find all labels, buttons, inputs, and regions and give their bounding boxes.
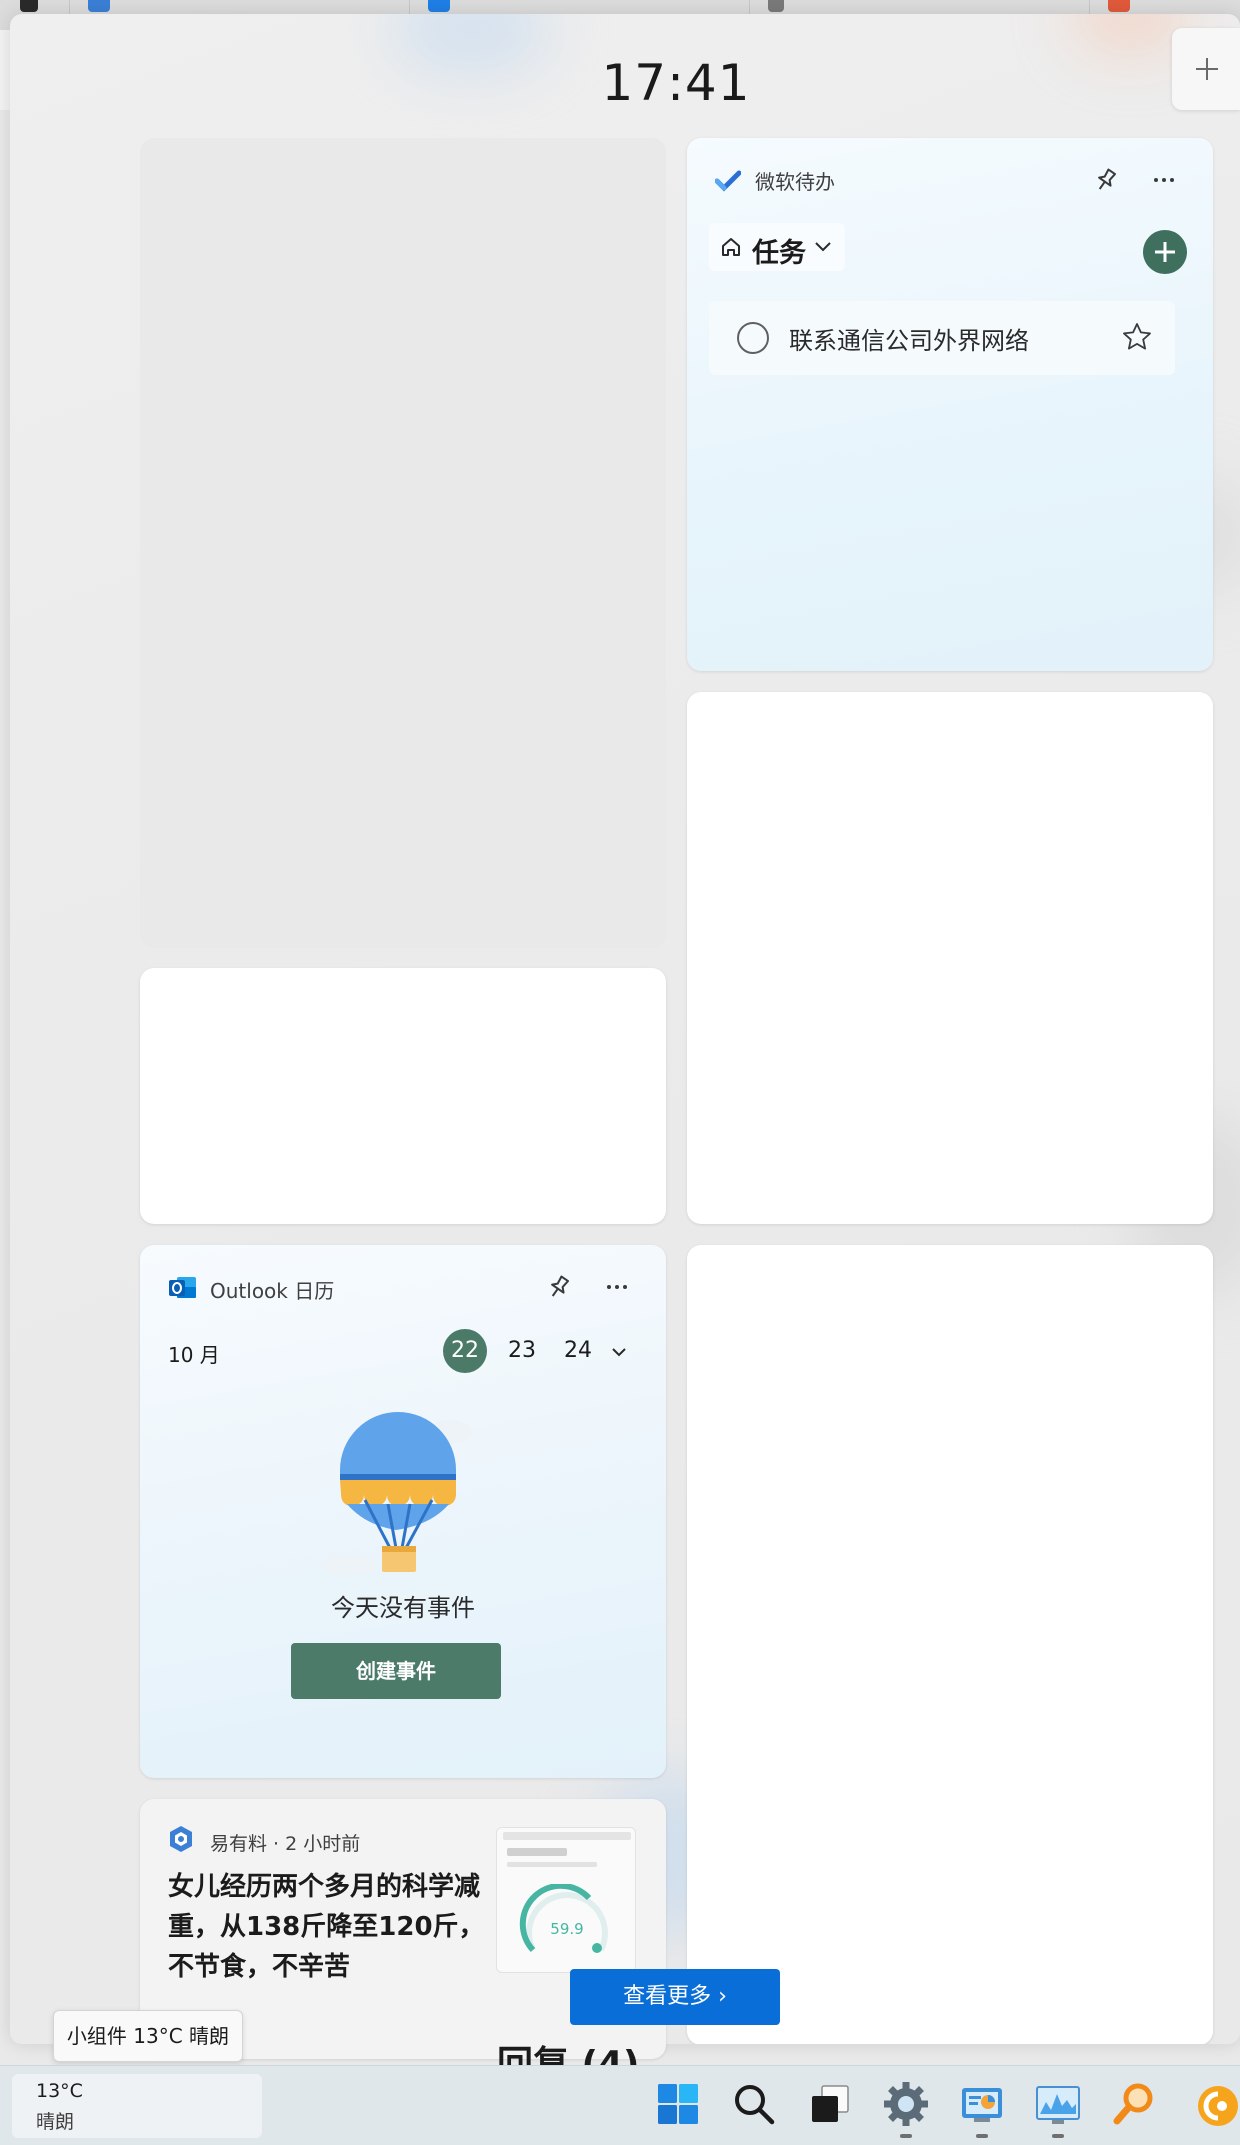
chevron-down-icon[interactable] xyxy=(610,1343,628,1361)
pin-icon[interactable] xyxy=(1092,166,1120,194)
day-item[interactable]: 23 xyxy=(500,1329,544,1373)
more-options-icon[interactable] xyxy=(603,1273,631,1301)
news-source: 易有料 · 2 小时前 xyxy=(210,1833,361,1855)
search-icon[interactable] xyxy=(730,2080,778,2128)
outlook-calendar-widget: Outlook 日历 10 月 22 23 24 今天没有事件 创建事件 xyxy=(140,1245,666,1778)
day-today[interactable]: 22 xyxy=(443,1329,487,1373)
browser-icon[interactable] xyxy=(1192,2080,1240,2128)
settings-icon xyxy=(884,2082,928,2126)
search-tool-icon[interactable] xyxy=(1110,2080,1158,2128)
background-page-text: 回复 (4) xyxy=(497,2044,640,2065)
running-indicator xyxy=(976,2134,988,2138)
weather-temperature: 13°C xyxy=(36,2080,83,2102)
todo-title: 微软待办 xyxy=(755,170,835,194)
task-label: 联系通信公司外界网络 xyxy=(789,327,1029,355)
add-task-button[interactable] xyxy=(1143,230,1187,274)
task-view-icon[interactable] xyxy=(806,2080,854,2128)
resource-monitor-button[interactable] xyxy=(1034,2080,1082,2138)
chevron-down-icon xyxy=(815,242,831,252)
empty-widget[interactable] xyxy=(687,692,1213,1224)
more-options-icon[interactable] xyxy=(1150,166,1178,194)
news-thumbnail: 59.9 xyxy=(496,1827,636,1973)
outlook-title: Outlook 日历 xyxy=(210,1279,335,1303)
widgets-tooltip: 小组件 13°C 晴朗 xyxy=(53,2010,243,2062)
clock: 17:41 xyxy=(601,54,751,112)
news-headline[interactable]: 女儿经历两个多月的科学减重，从138斤降至120斤，不节食，不辛苦 xyxy=(168,1867,488,1987)
gauge-value: 59.9 xyxy=(550,1920,583,1938)
home-icon xyxy=(722,238,740,256)
weather-widget-button[interactable]: 13°C 晴朗 xyxy=(12,2074,262,2138)
plus-icon xyxy=(1155,242,1175,262)
start-icon[interactable] xyxy=(654,2080,702,2128)
star-icon[interactable] xyxy=(1121,321,1153,353)
todo-list-name: 任务 xyxy=(752,238,806,269)
pin-icon[interactable] xyxy=(545,1273,573,1301)
day-item[interactable]: 24 xyxy=(556,1329,600,1373)
no-events-message: 今天没有事件 xyxy=(331,1594,475,1622)
task-complete-checkbox[interactable] xyxy=(737,322,769,354)
settings-app-button[interactable] xyxy=(882,2080,930,2138)
see-more-button[interactable]: 查看更多 › xyxy=(570,1969,780,2025)
task-item[interactable]: 联系通信公司外界网络 xyxy=(709,301,1175,375)
control-panel-button[interactable] xyxy=(958,2080,1006,2138)
control-panel-icon xyxy=(962,2088,1002,2122)
news-source-logo-icon xyxy=(170,1826,192,1852)
empty-widget[interactable] xyxy=(140,968,666,1224)
empty-widget[interactable] xyxy=(687,1245,1213,2044)
todo-list-selector[interactable]: 任务 xyxy=(709,223,845,271)
todo-check-logo-icon xyxy=(715,170,741,192)
hot-air-balloon-illustration xyxy=(324,1412,472,1575)
empty-widget xyxy=(140,138,666,948)
weight-gauge-icon: 59.9 xyxy=(519,1884,608,1953)
resource-monitor-icon xyxy=(1036,2086,1080,2124)
month-label: 10 月 xyxy=(168,1343,220,1367)
outlook-logo-icon xyxy=(169,1277,196,1298)
running-indicator xyxy=(1052,2134,1064,2138)
taskbar: 13°C 晴朗 xyxy=(0,2065,1240,2145)
todo-widget: 微软待办 任务 联系通信公司外界网络 xyxy=(687,138,1213,671)
add-widget-button[interactable] xyxy=(1172,28,1240,110)
running-indicator xyxy=(900,2134,912,2138)
weather-condition: 晴朗 xyxy=(36,2111,75,2133)
create-event-button[interactable]: 创建事件 xyxy=(291,1643,501,1699)
plus-icon xyxy=(1196,58,1218,80)
